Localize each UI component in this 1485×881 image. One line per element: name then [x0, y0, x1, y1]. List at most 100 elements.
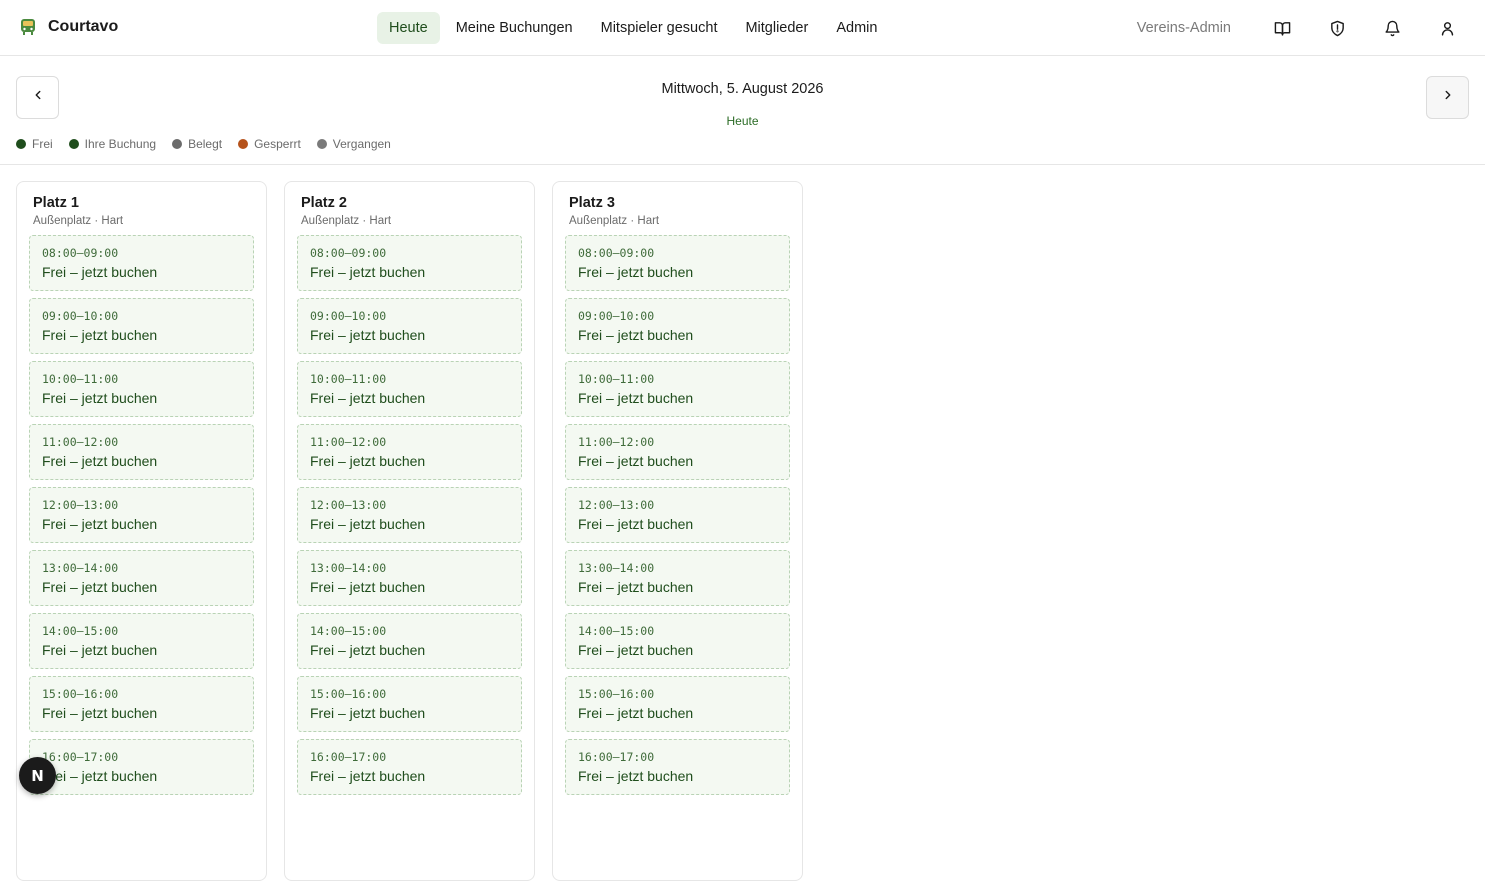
court-subtitle: Außenplatz · Hart — [569, 215, 660, 227]
slot-status: Frei – jetzt buchen — [578, 768, 694, 784]
book-icon[interactable] — [1264, 12, 1300, 44]
chevron-right-icon — [1441, 88, 1455, 107]
time-slot[interactable]: 15:00–16:00 Frei – jetzt buchen — [297, 676, 522, 732]
slot-time: 08:00–09:00 — [578, 246, 655, 260]
time-slot[interactable]: 09:00–10:00 Frei – jetzt buchen — [297, 298, 522, 354]
time-slot[interactable]: 12:00–13:00 Frei – jetzt buchen — [565, 487, 790, 543]
slot-status: Frei – jetzt buchen — [578, 453, 694, 469]
court-subtitle: Außenplatz · Hart — [33, 215, 124, 227]
slot-time: 11:00–12:00 — [578, 435, 655, 449]
time-slot[interactable]: 13:00–14:00 Frei – jetzt buchen — [565, 550, 790, 606]
date-navigation: Mittwoch, 5. August 2026 Heute Frei Ihre… — [0, 56, 1485, 165]
time-slot[interactable]: 14:00–15:00 Frei – jetzt buchen — [565, 613, 790, 669]
slot-time: 08:00–09:00 — [310, 246, 387, 260]
status-legend: Frei Ihre Buchung Belegt Gesperrt Vergan… — [16, 137, 391, 151]
slot-time: 12:00–13:00 — [310, 498, 387, 512]
slot-time: 15:00–16:00 — [310, 687, 387, 701]
time-slot[interactable]: 16:00–17:00 Frei – jetzt buchen — [297, 739, 522, 795]
time-slot[interactable]: 14:00–15:00 Frei – jetzt buchen — [29, 613, 254, 669]
time-slot[interactable]: 11:00–12:00 Frei – jetzt buchen — [565, 424, 790, 480]
slot-status: Frei – jetzt buchen — [42, 705, 158, 721]
slot-time: 13:00–14:00 — [42, 561, 119, 575]
time-slot[interactable]: 10:00–11:00 Frei – jetzt buchen — [29, 361, 254, 417]
time-slot[interactable]: 10:00–11:00 Frei – jetzt buchen — [565, 361, 790, 417]
legend-label: Vergangen — [332, 137, 391, 151]
court-subtitle: Außenplatz · Hart — [301, 215, 392, 227]
legend-item-vergangen: Vergangen — [316, 137, 391, 151]
slot-status: Frei – jetzt buchen — [578, 642, 694, 658]
today-link[interactable]: Heute — [0, 114, 1485, 128]
slot-time: 15:00–16:00 — [578, 687, 655, 701]
slot-status: Frei – jetzt buchen — [42, 642, 158, 658]
header-tools: Vereins-Admin — [1137, 12, 1465, 44]
slot-status: Frei – jetzt buchen — [310, 453, 426, 469]
slot-time: 09:00–10:00 — [310, 309, 387, 323]
shield-icon[interactable] — [1319, 12, 1355, 44]
slot-time: 14:00–15:00 — [310, 624, 387, 638]
slot-status: Frei – jetzt buchen — [310, 327, 426, 343]
legend-label: Belegt — [188, 137, 223, 151]
slot-time: 10:00–11:00 — [310, 372, 387, 386]
nav-item-heute[interactable]: Heute — [377, 12, 440, 44]
time-slot[interactable]: 08:00–09:00 Frei – jetzt buchen — [297, 235, 522, 291]
time-slot[interactable]: 08:00–09:00 Frei – jetzt buchen — [565, 235, 790, 291]
time-slot[interactable]: 15:00–16:00 Frei – jetzt buchen — [565, 676, 790, 732]
next-day-button[interactable] — [1426, 76, 1469, 119]
court-columns: Platz 1 Außenplatz · Hart 08:00–09:00 Fre… — [16, 181, 803, 881]
slot-status: Frei – jetzt buchen — [578, 327, 694, 343]
slot-list: 08:00–09:00 Frei – jetzt buchen 09:00–10:… — [29, 235, 254, 795]
slot-time: 09:00–10:00 — [578, 309, 655, 323]
tram-icon — [18, 17, 38, 37]
time-slot[interactable]: 13:00–14:00 Frei – jetzt buchen — [29, 550, 254, 606]
time-slot[interactable]: 09:00–10:00 Frei – jetzt buchen — [565, 298, 790, 354]
slot-time: 14:00–15:00 — [42, 624, 119, 638]
court-title: Platz 3 — [569, 195, 615, 211]
slot-status: Frei – jetzt buchen — [42, 327, 158, 343]
time-slot[interactable]: 13:00–14:00 Frei – jetzt buchen — [297, 550, 522, 606]
slot-time: 11:00–12:00 — [42, 435, 119, 449]
brand-name: Courtavo — [48, 18, 119, 35]
slot-time: 10:00–11:00 — [42, 372, 119, 386]
legend-item-frei: Frei — [16, 137, 53, 151]
fab-label: N — [31, 766, 44, 785]
slot-status: Frei – jetzt buchen — [42, 264, 158, 280]
slot-time: 08:00–09:00 — [42, 246, 119, 260]
time-slot[interactable]: 11:00–12:00 Frei – jetzt buchen — [29, 424, 254, 480]
nextjs-badge-icon[interactable]: N — [19, 757, 56, 794]
slot-time: 13:00–14:00 — [578, 561, 655, 575]
legend-item-gesperrt: Gesperrt — [238, 137, 301, 151]
slot-time: 16:00–17:00 — [42, 750, 119, 764]
time-slot[interactable]: 11:00–12:00 Frei – jetzt buchen — [297, 424, 522, 480]
time-slot[interactable]: 08:00–09:00 Frei – jetzt buchen — [29, 235, 254, 291]
nav-item-mitspieler-gesucht[interactable]: Mitspieler gesucht — [589, 12, 730, 44]
slot-time: 10:00–11:00 — [578, 372, 655, 386]
nav-item-mitglieder[interactable]: Mitglieder — [733, 12, 820, 44]
time-slot[interactable]: 12:00–13:00 Frei – jetzt buchen — [29, 487, 254, 543]
user-icon[interactable] — [1429, 12, 1465, 44]
slot-status: Frei – jetzt buchen — [310, 642, 426, 658]
slot-status: Frei – jetzt buchen — [42, 579, 158, 595]
court-card: Platz 3 Außenplatz · Hart 08:00–09:00 Fre… — [552, 181, 803, 881]
slot-status: Frei – jetzt buchen — [310, 516, 426, 532]
nav-item-admin[interactable]: Admin — [824, 12, 889, 44]
slot-list: 08:00–09:00 Frei – jetzt buchen 09:00–10:… — [297, 235, 522, 795]
court-card: Platz 2 Außenplatz · Hart 08:00–09:00 Fre… — [284, 181, 535, 881]
time-slot[interactable]: 16:00–17:00 Frei – jetzt buchen — [29, 739, 254, 795]
legend-dot — [316, 139, 327, 149]
bell-icon[interactable] — [1374, 12, 1410, 44]
nav-item-meine-buchungen[interactable]: Meine Buchungen — [444, 12, 585, 44]
time-slot[interactable]: 09:00–10:00 Frei – jetzt buchen — [29, 298, 254, 354]
main-nav: Heute Meine Buchungen Mitspieler gesucht… — [377, 12, 889, 44]
brand-logo[interactable]: Courtavo — [18, 17, 118, 37]
slot-time: 14:00–15:00 — [578, 624, 655, 638]
time-slot[interactable]: 15:00–16:00 Frei – jetzt buchen — [29, 676, 254, 732]
slot-status: Frei – jetzt buchen — [578, 705, 694, 721]
time-slot[interactable]: 12:00–13:00 Frei – jetzt buchen — [297, 487, 522, 543]
slot-status: Frei – jetzt buchen — [578, 264, 694, 280]
time-slot[interactable]: 10:00–11:00 Frei – jetzt buchen — [297, 361, 522, 417]
slot-status: Frei – jetzt buchen — [42, 390, 158, 406]
slot-time: 12:00–13:00 — [578, 498, 655, 512]
time-slot[interactable]: 16:00–17:00 Frei – jetzt buchen — [565, 739, 790, 795]
time-slot[interactable]: 14:00–15:00 Frei – jetzt buchen — [297, 613, 522, 669]
legend-label: Frei — [32, 137, 53, 151]
